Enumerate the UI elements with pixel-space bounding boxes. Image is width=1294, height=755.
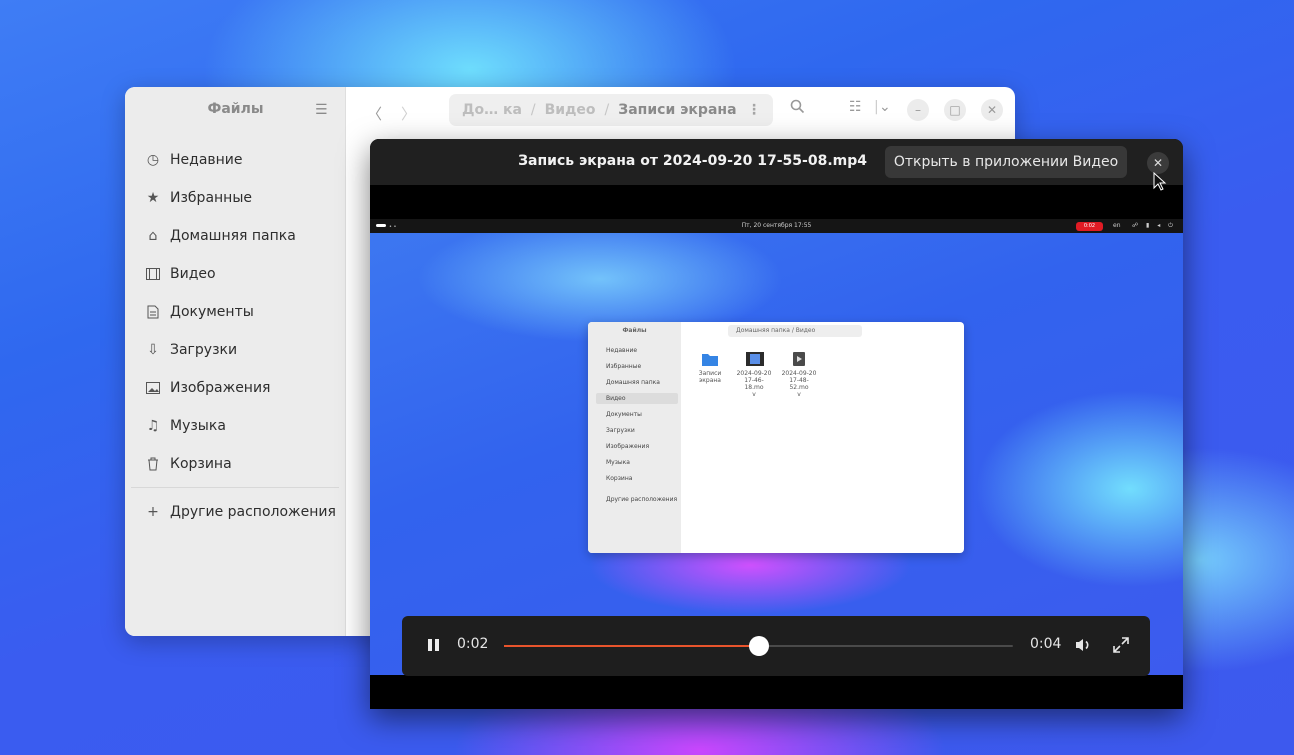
recorded-file-name: экрана — [698, 377, 721, 384]
breadcrumb-item[interactable]: До… ка — [453, 102, 531, 118]
recorded-file-name: v — [797, 391, 801, 398]
plus-icon: + — [147, 504, 159, 520]
sidebar-item-label: Документы — [170, 304, 254, 320]
video-file-icon — [746, 352, 764, 366]
divider: | — [874, 99, 879, 115]
playback-controls: 0:02 0:04 — [402, 616, 1150, 676]
keyboard-layout: en — [1113, 222, 1121, 229]
close-icon[interactable]: ✕ — [981, 99, 1003, 121]
sidebar-item-label: Загрузки — [170, 342, 238, 358]
seek-bar-handle[interactable] — [748, 636, 769, 656]
recorded-file-name: 17-48-52.mo — [789, 377, 809, 391]
back-icon[interactable]: 〈 — [367, 103, 382, 124]
recorded-file-name: 17-46-18.mo — [744, 377, 764, 391]
recorded-app-title: Файлы — [622, 327, 647, 334]
fullscreen-icon[interactable] — [1112, 636, 1130, 654]
sidebar-item-label: Недавние — [170, 152, 243, 168]
mouse-pointer-icon — [1153, 171, 1167, 196]
elapsed-time: 0:02 — [457, 636, 489, 652]
document-icon — [145, 304, 161, 320]
music-icon: ♫ — [146, 418, 160, 434]
recorded-file-name: Записи — [698, 370, 722, 377]
maximize-icon[interactable]: □ — [944, 99, 966, 121]
recorded-files-window: Файлы Недавние Избранные Домашняя папка … — [588, 322, 964, 553]
breadcrumb-current[interactable]: Записи экрана — [609, 102, 745, 118]
recorded-file-name: 2024-09-20 — [781, 370, 817, 377]
open-in-videos-button[interactable]: Открыть в приложении Видео — [885, 146, 1127, 178]
sidebar-item-trash[interactable]: Корзина — [133, 445, 339, 483]
sidebar-item-label: Домашняя папка — [170, 228, 296, 244]
download-icon: ⇩ — [147, 342, 159, 358]
sidebar-item-recent[interactable]: ◷ Недавние — [133, 141, 339, 179]
recorded-sidebar-item: Загрузки — [606, 427, 635, 434]
breadcrumb: До… ка / Видео / Записи экрана ⋮ — [449, 94, 773, 126]
recorded-folder-item: Записи экрана — [692, 352, 728, 384]
recorded-sidebar-item: Корзина — [606, 475, 633, 482]
recorded-sidebar: Файлы Недавние Избранные Домашняя папка … — [588, 322, 681, 553]
home-icon: ⌂ — [148, 228, 158, 244]
recorded-sidebar-item: Избранные — [606, 363, 642, 370]
clock-icon: ◷ — [146, 152, 160, 168]
sidebar-item-home[interactable]: ⌂ Домашняя папка — [133, 217, 339, 255]
recorded-video-item: 2024-09-20 17-48-52.mo v — [781, 352, 817, 398]
sidebar-item-videos[interactable]: Видео — [133, 255, 339, 293]
pause-icon[interactable] — [428, 639, 440, 653]
sidebar-item-label: Музыка — [170, 418, 226, 434]
sidebar-item-label: Корзина — [170, 456, 232, 472]
seek-bar-progress — [504, 645, 759, 647]
recording-indicator: 0:02 — [1076, 222, 1103, 231]
list-view-icon[interactable]: ☷ — [849, 99, 862, 115]
files-headerbar: 〈 〉 До… ка / Видео / Записи экрана ⋮ ☷ |… — [347, 87, 1015, 133]
recorded-file-name: v — [752, 391, 756, 398]
volume-icon[interactable] — [1074, 636, 1092, 654]
sidebar-item-starred[interactable]: ★ Избранные — [133, 179, 339, 217]
sidebar-item-music[interactable]: ♫ Музыка — [133, 407, 339, 445]
sidebar-item-label: Изображения — [170, 380, 271, 396]
recorded-file-name: 2024-09-20 — [736, 370, 772, 377]
recorded-sidebar-item: Документы — [606, 411, 642, 418]
sidebar-item-downloads[interactable]: ⇩ Загрузки — [133, 331, 339, 369]
star-icon: ★ — [146, 190, 160, 206]
files-app-title: Файлы — [207, 101, 264, 117]
recorded-topbar: • • Пт, 20 сентября 17:55 0:02 en ☍ ▮ ◂ … — [370, 219, 1183, 233]
folder-icon — [702, 352, 718, 366]
recorded-sidebar-item: Видео — [596, 393, 678, 404]
sidebar-item-label: Избранные — [170, 190, 252, 206]
recorded-sidebar-item: Домашняя папка — [606, 379, 660, 386]
more-options-icon[interactable]: ⋮ — [747, 102, 761, 118]
sidebar-item-other-locations[interactable]: + Другие расположения — [133, 493, 339, 531]
recorded-sidebar-item: Другие расположения — [606, 496, 678, 503]
film-icon — [145, 266, 161, 282]
recorded-clock: Пт, 20 сентября 17:55 — [741, 222, 812, 229]
video-file-icon — [791, 352, 807, 366]
recorded-sidebar-item: Недавние — [606, 347, 638, 354]
files-sidebar: Файлы ☰ ◷ Недавние ★ Избранные ⌂ Домашняя п… — [125, 87, 346, 636]
system-status-icons: ☍ ▮ ◂ ⏻ — [1132, 222, 1176, 229]
forward-icon[interactable]: 〉 — [401, 103, 416, 124]
viewer-headerbar: Запись экрана от 2024-09-20 17-55-08.mp4… — [370, 139, 1183, 185]
sidebar-item-label: Видео — [170, 266, 216, 282]
minimize-icon[interactable]: – — [907, 99, 929, 121]
recorded-sidebar-item: Музыка — [606, 459, 630, 466]
close-icon[interactable]: ✕ — [1147, 152, 1169, 174]
video-file-title: Запись экрана от 2024-09-20 17-55-08.mp4 — [518, 153, 867, 169]
recorded-sidebar-item: Изображения — [606, 443, 650, 450]
search-icon[interactable] — [790, 99, 805, 118]
seek-bar[interactable] — [504, 636, 1013, 656]
sidebar-divider — [131, 487, 339, 488]
recorded-breadcrumb: Домашняя папка / Видео — [728, 325, 862, 337]
trash-icon — [145, 456, 161, 472]
chevron-down-icon[interactable]: ⌄ — [879, 99, 891, 115]
total-duration: 0:04 — [1030, 636, 1062, 652]
recorded-video-item: 2024-09-20 17-46-18.mo v — [736, 352, 772, 398]
hamburger-menu-icon[interactable]: ☰ — [315, 102, 329, 118]
sidebar-item-documents[interactable]: Документы — [133, 293, 339, 331]
breadcrumb-item[interactable]: Видео — [536, 102, 605, 118]
video-preview-window: Запись экрана от 2024-09-20 17-55-08.mp4… — [370, 139, 1183, 709]
sidebar-item-pictures[interactable]: Изображения — [133, 369, 339, 407]
sidebar-item-label: Другие расположения — [170, 504, 336, 520]
image-icon — [145, 380, 161, 396]
video-frame: • • Пт, 20 сентября 17:55 0:02 en ☍ ▮ ◂ … — [370, 219, 1183, 675]
